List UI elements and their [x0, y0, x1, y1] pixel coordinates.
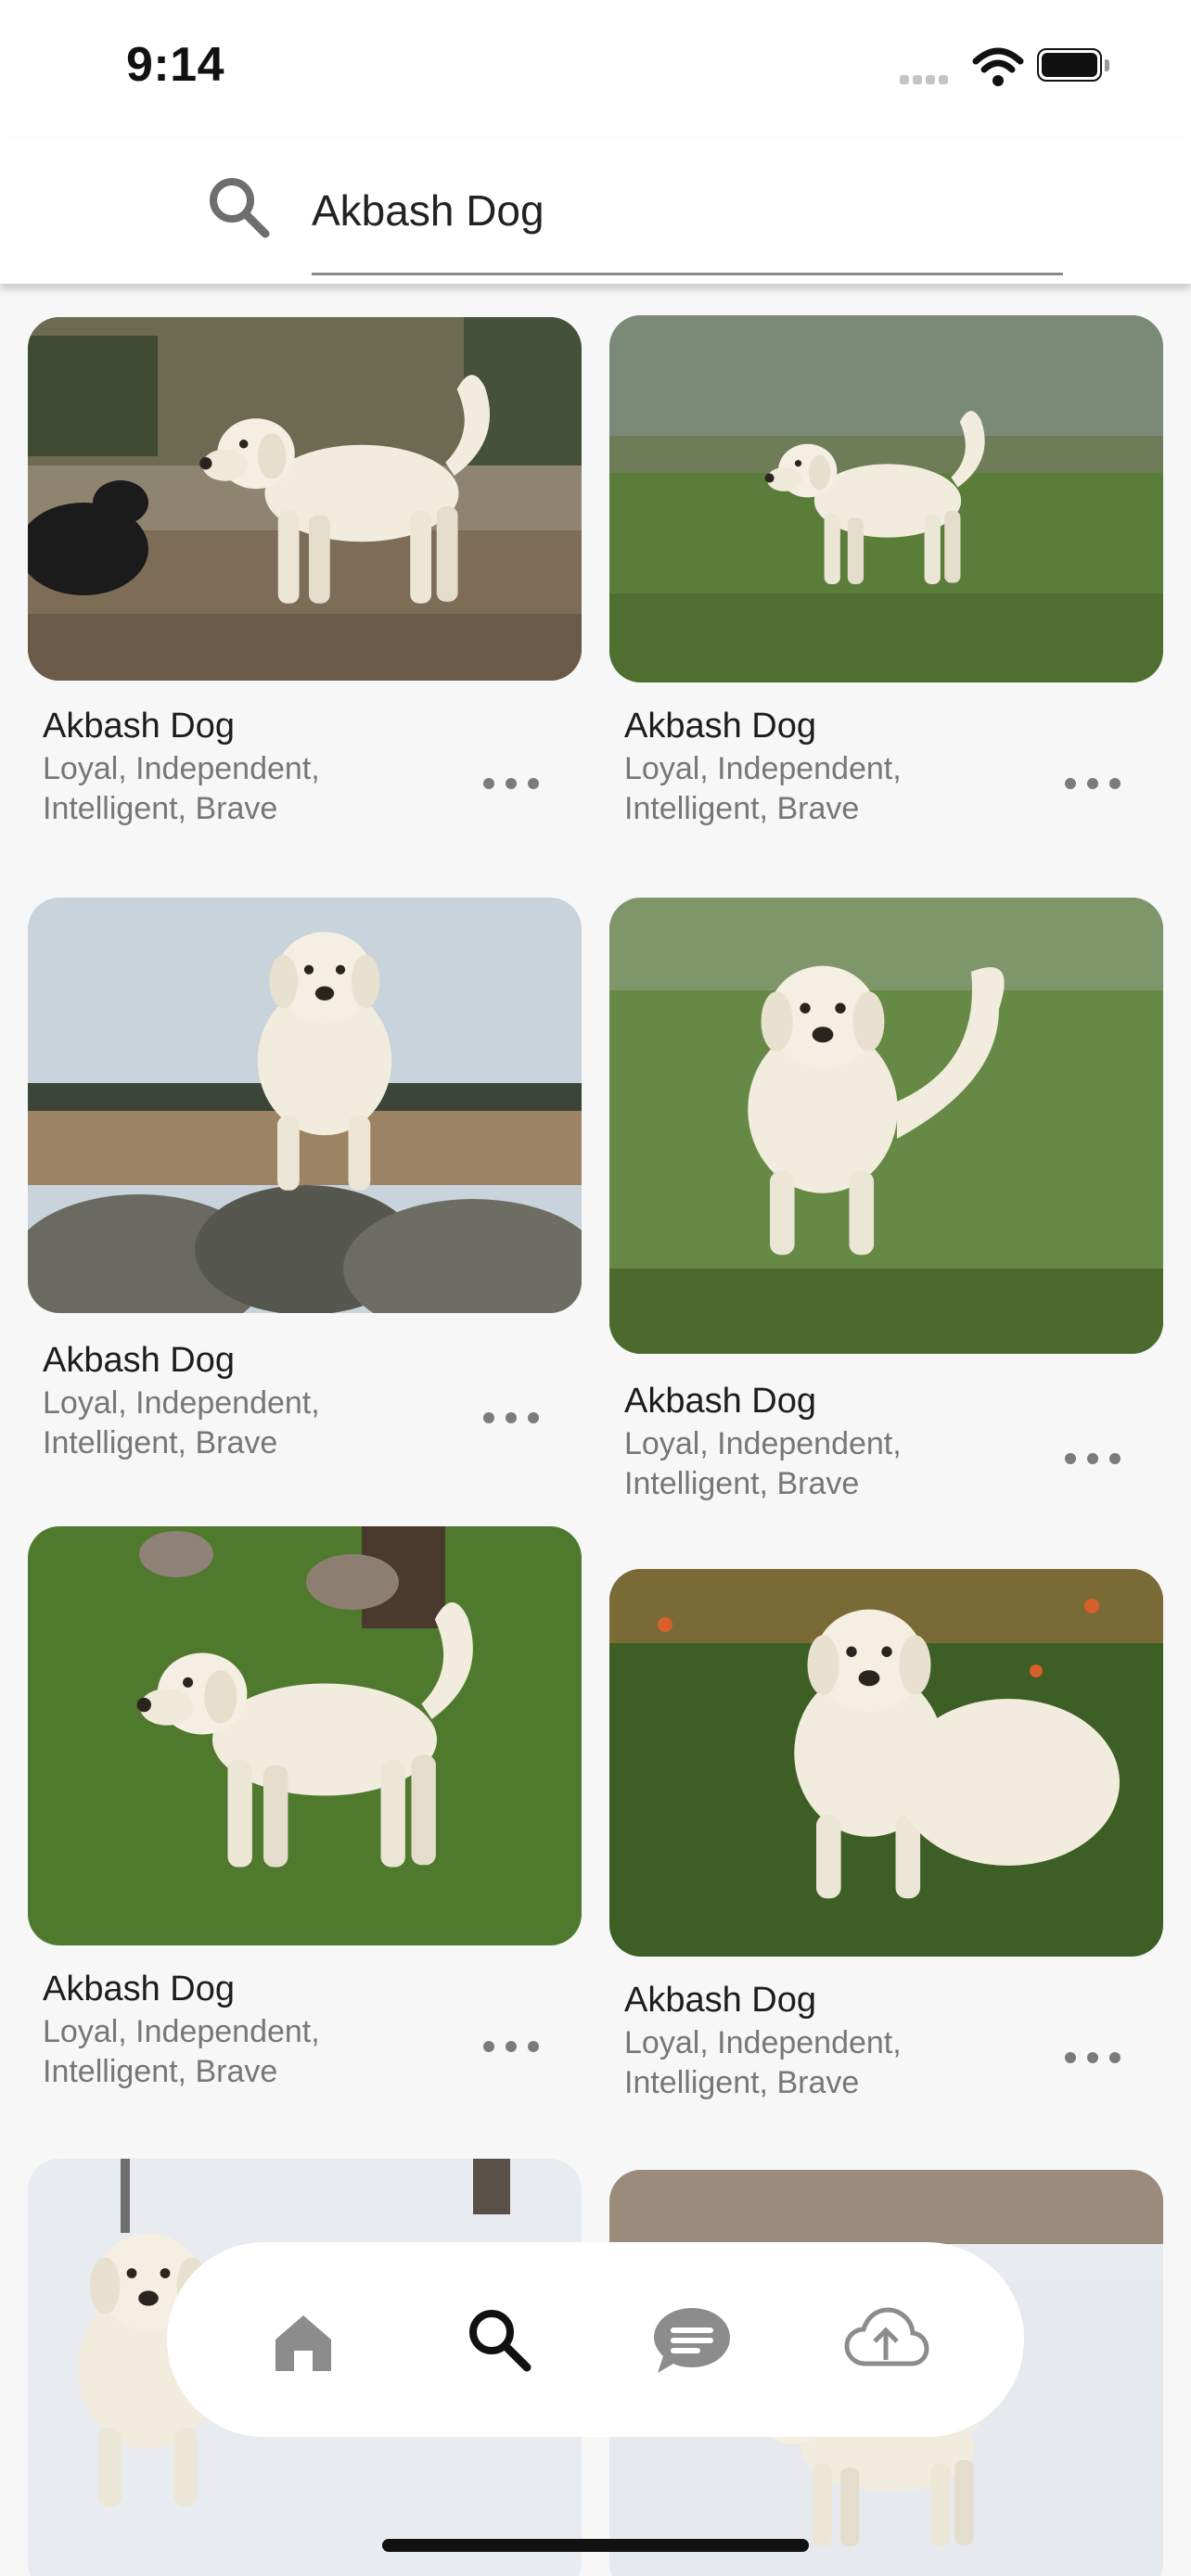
nav-chat-button[interactable]	[636, 2284, 748, 2395]
dog-photo[interactable]	[609, 898, 1163, 1354]
bottom-nav	[167, 2242, 1024, 2437]
dog-result-card[interactable]: Akbash Dog Loyal, Independent, Intellige…	[609, 1569, 1163, 2100]
dog-photo[interactable]	[28, 1526, 582, 1945]
more-options-button[interactable]	[1065, 1445, 1121, 1473]
dog-result-card[interactable]: Akbash Dog Loyal, Independent, Intellige…	[609, 315, 1163, 826]
dog-traits: Loyal, Independent, Intelligent, Brave	[43, 1385, 320, 1460]
cloud-upload-icon	[844, 2307, 929, 2366]
wifi-icon	[972, 46, 1024, 92]
dog-photo[interactable]	[28, 317, 582, 681]
more-options-button[interactable]	[483, 770, 539, 797]
dog-breed-title: Akbash Dog	[624, 1981, 817, 2020]
dog-breed-title: Akbash Dog	[624, 707, 817, 746]
search-input[interactable]	[312, 178, 1063, 243]
more-options-button[interactable]	[483, 1404, 539, 1432]
status-bar: 9:14	[0, 0, 1191, 139]
dog-photo[interactable]	[609, 1569, 1163, 1957]
dog-breed-title: Akbash Dog	[43, 1970, 236, 2009]
nav-search-button[interactable]	[443, 2284, 555, 2395]
more-options-button[interactable]	[1065, 2044, 1121, 2072]
nav-home-button[interactable]	[248, 2284, 359, 2395]
dog-traits: Loyal, Independent, Intelligent, Brave	[43, 2014, 320, 2089]
dog-breed-title: Akbash Dog	[43, 1341, 236, 1380]
dog-traits: Loyal, Independent, Intelligent, Brave	[624, 2025, 902, 2100]
dog-traits: Loyal, Independent, Intelligent, Brave	[624, 1426, 902, 1501]
search-icon	[469, 2310, 531, 2372]
results-grid: Akbash Dog Loyal, Independent, Intellige…	[0, 284, 1191, 2576]
more-options-button[interactable]	[1065, 770, 1121, 797]
dog-traits: Loyal, Independent, Intelligent, Brave	[624, 751, 902, 826]
dog-result-card[interactable]: Akbash Dog Loyal, Independent, Intellige…	[28, 898, 582, 1460]
chat-icon	[654, 2308, 730, 2373]
dog-breed-title: Akbash Dog	[43, 707, 236, 746]
search-underline	[312, 273, 1063, 275]
more-options-button[interactable]	[483, 2033, 539, 2060]
dog-breed-title: Akbash Dog	[624, 1382, 817, 1421]
dog-result-card[interactable]: Akbash Dog Loyal, Independent, Intellige…	[28, 1526, 582, 2089]
dog-result-card[interactable]: Akbash Dog Loyal, Independent, Intellige…	[609, 898, 1163, 1501]
dog-photo[interactable]	[28, 898, 582, 1313]
status-time: 9:14	[126, 38, 225, 92]
dog-photo[interactable]	[609, 315, 1163, 682]
search-header	[0, 139, 1191, 284]
search-icon	[206, 174, 273, 241]
nav-upload-button[interactable]	[830, 2284, 941, 2395]
dog-result-card[interactable]: Akbash Dog Loyal, Independent, Intellige…	[28, 317, 582, 826]
dog-traits: Loyal, Independent, Intelligent, Brave	[43, 751, 320, 826]
battery-icon	[1037, 48, 1111, 83]
cellular-signal-icon	[900, 72, 952, 89]
home-indicator	[382, 2539, 809, 2552]
home-icon	[275, 2315, 331, 2371]
